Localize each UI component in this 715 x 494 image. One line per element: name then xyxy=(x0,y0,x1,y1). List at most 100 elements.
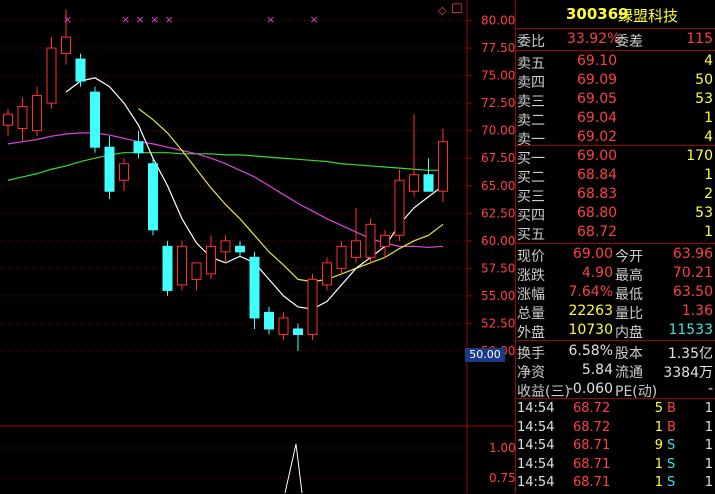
signal-marker: × xyxy=(310,13,319,26)
candle-body[interactable] xyxy=(438,141,448,192)
trade-row[interactable]: 14:54 68.71 9 S 1 xyxy=(515,437,715,457)
ask-label: 卖五 xyxy=(517,56,545,72)
candle-body[interactable] xyxy=(365,223,376,258)
candle-body[interactable] xyxy=(307,278,318,335)
trade-price: 68.72 xyxy=(573,419,611,435)
trade-row[interactable]: 14:54 68.71 1 S 1 xyxy=(515,474,715,494)
ask-volume: 1 xyxy=(704,110,713,126)
bid-label: 买五 xyxy=(517,227,545,243)
ask-row[interactable]: 卖五 69.10 4 xyxy=(515,52,715,72)
candle-body[interactable] xyxy=(75,58,86,82)
stat-label-2: 流通 xyxy=(615,365,643,381)
candle-body[interactable] xyxy=(423,174,434,192)
weibi-value: 33.92% xyxy=(567,31,621,47)
trade-price: 68.71 xyxy=(573,475,611,490)
bid-row[interactable]: 买五 68.72 1 xyxy=(515,223,715,243)
signal-marker: × xyxy=(121,13,130,26)
kline-chart[interactable]: 80.00 77.50 75.00 72.50 70.00 67.50 65.00 62.50… xyxy=(0,0,515,493)
price-tick-label: 52.50 xyxy=(481,316,515,330)
quote-label-2: 最高 xyxy=(615,268,643,284)
candle-body[interactable] xyxy=(293,328,303,335)
candle-body[interactable] xyxy=(148,163,158,231)
price-tick-label: 67.50 xyxy=(481,151,515,165)
candle-body[interactable] xyxy=(278,317,289,335)
candle-body[interactable] xyxy=(177,245,187,286)
ask-label: 卖二 xyxy=(517,113,545,129)
candle-body[interactable] xyxy=(162,245,173,291)
candle-body[interactable] xyxy=(61,36,71,55)
ask-row[interactable]: 卖三 69.05 53 xyxy=(515,90,715,110)
volume-tick-label: 1.00 xyxy=(489,441,515,455)
bid-volume: 170 xyxy=(686,148,713,164)
volume-tick-label: 0.75 xyxy=(489,471,515,485)
candle-body[interactable] xyxy=(90,91,100,148)
kline-svg[interactable]: 80.00 77.50 75.00 72.50 70.00 67.50 65.00 62.50… xyxy=(0,0,515,493)
bid-row[interactable]: 买二 68.84 1 xyxy=(515,166,715,186)
ask-row[interactable]: 卖二 69.04 1 xyxy=(515,109,715,129)
candle-body[interactable] xyxy=(17,105,28,129)
trade-volume: 1 xyxy=(654,419,663,435)
bid-row[interactable]: 买三 68.83 2 xyxy=(515,185,715,205)
candle-body[interactable] xyxy=(32,94,42,132)
ask-price: 69.04 xyxy=(577,110,618,126)
bid-price: 68.84 xyxy=(577,167,618,183)
quote-label-2: 内盘 xyxy=(615,325,643,341)
quote-label-2: 最低 xyxy=(615,287,643,303)
stat-label: 换手 xyxy=(517,346,545,362)
trade-row[interactable]: 14:54 68.71 1 S 1 xyxy=(515,456,715,476)
trade-row[interactable]: 14:54 68.72 5 B 1 xyxy=(515,400,715,420)
quote-label: 涨幅 xyxy=(517,287,545,303)
candle-body[interactable] xyxy=(3,113,13,126)
quote-label: 现价 xyxy=(517,249,545,265)
price-tick-label: 80.00 xyxy=(481,14,515,28)
ask-price: 69.10 xyxy=(577,53,618,69)
ask-volume: 4 xyxy=(704,53,713,69)
quote-label-2: 量比 xyxy=(615,306,643,322)
trade-time: 14:54 xyxy=(517,401,555,416)
bid-volume: 2 xyxy=(704,186,713,202)
signal-marker: × xyxy=(150,13,159,26)
stat-value: 6.58% xyxy=(568,343,613,359)
stat-row: 收益(三) -0.060 PE(动) - xyxy=(515,380,715,400)
candle-body[interactable] xyxy=(380,234,390,247)
candle-body[interactable] xyxy=(409,174,419,192)
candle-body[interactable] xyxy=(351,240,361,258)
quote-value-2: 70.21 xyxy=(672,265,713,281)
quote-label: 涨跌 xyxy=(517,268,545,284)
weibi-label: 委比 xyxy=(517,34,545,50)
trade-flag: 1 xyxy=(704,456,713,472)
candle-body[interactable] xyxy=(249,256,260,319)
candle-body[interactable] xyxy=(119,163,129,181)
candle-body[interactable] xyxy=(206,245,216,275)
candle-body[interactable] xyxy=(104,146,115,192)
quote-value-2: 1.36 xyxy=(681,303,713,319)
candle-body[interactable] xyxy=(264,311,274,330)
quote-value: 22263 xyxy=(568,303,613,319)
ask-row[interactable]: 卖四 69.09 50 xyxy=(515,71,715,91)
candle-body[interactable] xyxy=(220,240,231,253)
stat-value-2: 1.35亿 xyxy=(667,346,713,362)
quote-value: 10730 xyxy=(568,322,613,338)
candle-body[interactable] xyxy=(336,245,347,269)
candle-body[interactable] xyxy=(133,141,144,154)
stat-value: -0.060 xyxy=(567,381,613,397)
bid-row[interactable]: 买四 68.80 53 xyxy=(515,204,715,224)
candle-body[interactable] xyxy=(191,262,202,280)
window-icon[interactable]: ☐ xyxy=(451,2,463,17)
candle-body[interactable] xyxy=(394,179,405,236)
candle-body[interactable] xyxy=(322,262,332,286)
bid-price: 68.72 xyxy=(577,224,618,240)
trade-flag: 1 xyxy=(704,419,713,435)
ask-volume: 4 xyxy=(704,129,713,145)
bid-label: 买四 xyxy=(517,208,545,224)
candle-body[interactable] xyxy=(46,47,57,104)
stat-label: 净资 xyxy=(517,365,545,381)
signal-marker: × xyxy=(266,13,275,26)
bid-row[interactable]: 买一 69.00 170 xyxy=(515,147,715,167)
current-price-tag: 50.00 xyxy=(465,348,505,362)
price-tick-label: 57.50 xyxy=(481,261,515,275)
diamond-icon[interactable]: ◇ xyxy=(438,4,446,17)
trade-row[interactable]: 14:54 68.72 1 B 1 xyxy=(515,419,715,439)
quote-value-2: 11533 xyxy=(668,322,713,338)
candle-body[interactable] xyxy=(235,245,245,253)
